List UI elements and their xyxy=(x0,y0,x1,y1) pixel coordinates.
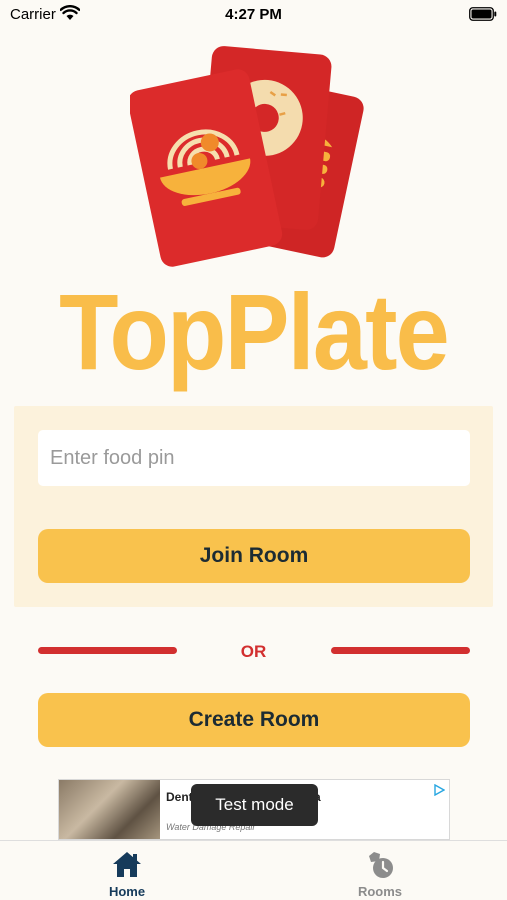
test-mode-toast: Test mode xyxy=(191,784,318,826)
ad-choices-icon[interactable] xyxy=(433,783,446,801)
status-bar: Carrier 4:27 PM xyxy=(0,0,507,28)
tab-home[interactable]: Home xyxy=(67,841,187,900)
ad-image[interactable] xyxy=(59,780,160,839)
tab-bar: Home Rooms xyxy=(0,840,507,900)
create-room-button[interactable]: Create Room xyxy=(38,693,470,747)
rooms-icon xyxy=(365,850,395,885)
food-pin-input[interactable] xyxy=(38,430,470,486)
join-room-panel: Join Room xyxy=(14,406,493,607)
brand-title: TopPlate xyxy=(59,271,450,392)
app-logo xyxy=(127,40,380,272)
status-time: 4:27 PM xyxy=(225,6,282,23)
join-room-button[interactable]: Join Room xyxy=(38,529,470,583)
tab-home-label: Home xyxy=(108,884,146,899)
home-icon xyxy=(112,850,142,883)
tab-rooms-label: Rooms xyxy=(357,884,403,899)
battery-icon xyxy=(469,7,497,26)
divider-line-right xyxy=(331,647,470,654)
tab-rooms[interactable]: Rooms xyxy=(320,841,440,900)
